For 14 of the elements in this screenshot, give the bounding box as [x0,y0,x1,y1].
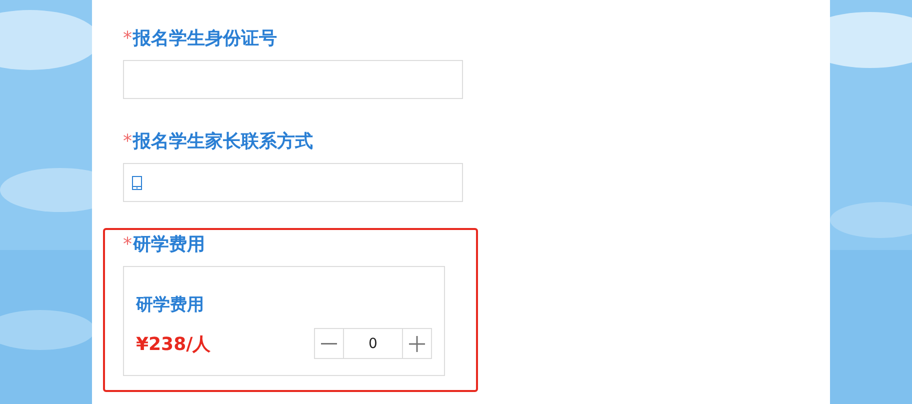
field-label: 研学费用 [133,234,205,255]
product-price: ¥238/人 [136,332,211,356]
field-label: 报名学生身份证号 [133,28,277,49]
required-mark: * [123,234,132,255]
required-mark: * [123,131,132,152]
phone-icon [132,176,142,190]
product-name: 研学费用 [136,294,205,316]
plus-icon [409,336,425,352]
quantity-stepper[interactable]: 0 [314,328,432,359]
field-label: 报名学生家长联系方式 [133,131,313,152]
required-mark: * [123,28,132,49]
minus-icon [321,342,337,344]
input-field[interactable] [123,60,463,99]
input-field[interactable] [123,163,463,202]
